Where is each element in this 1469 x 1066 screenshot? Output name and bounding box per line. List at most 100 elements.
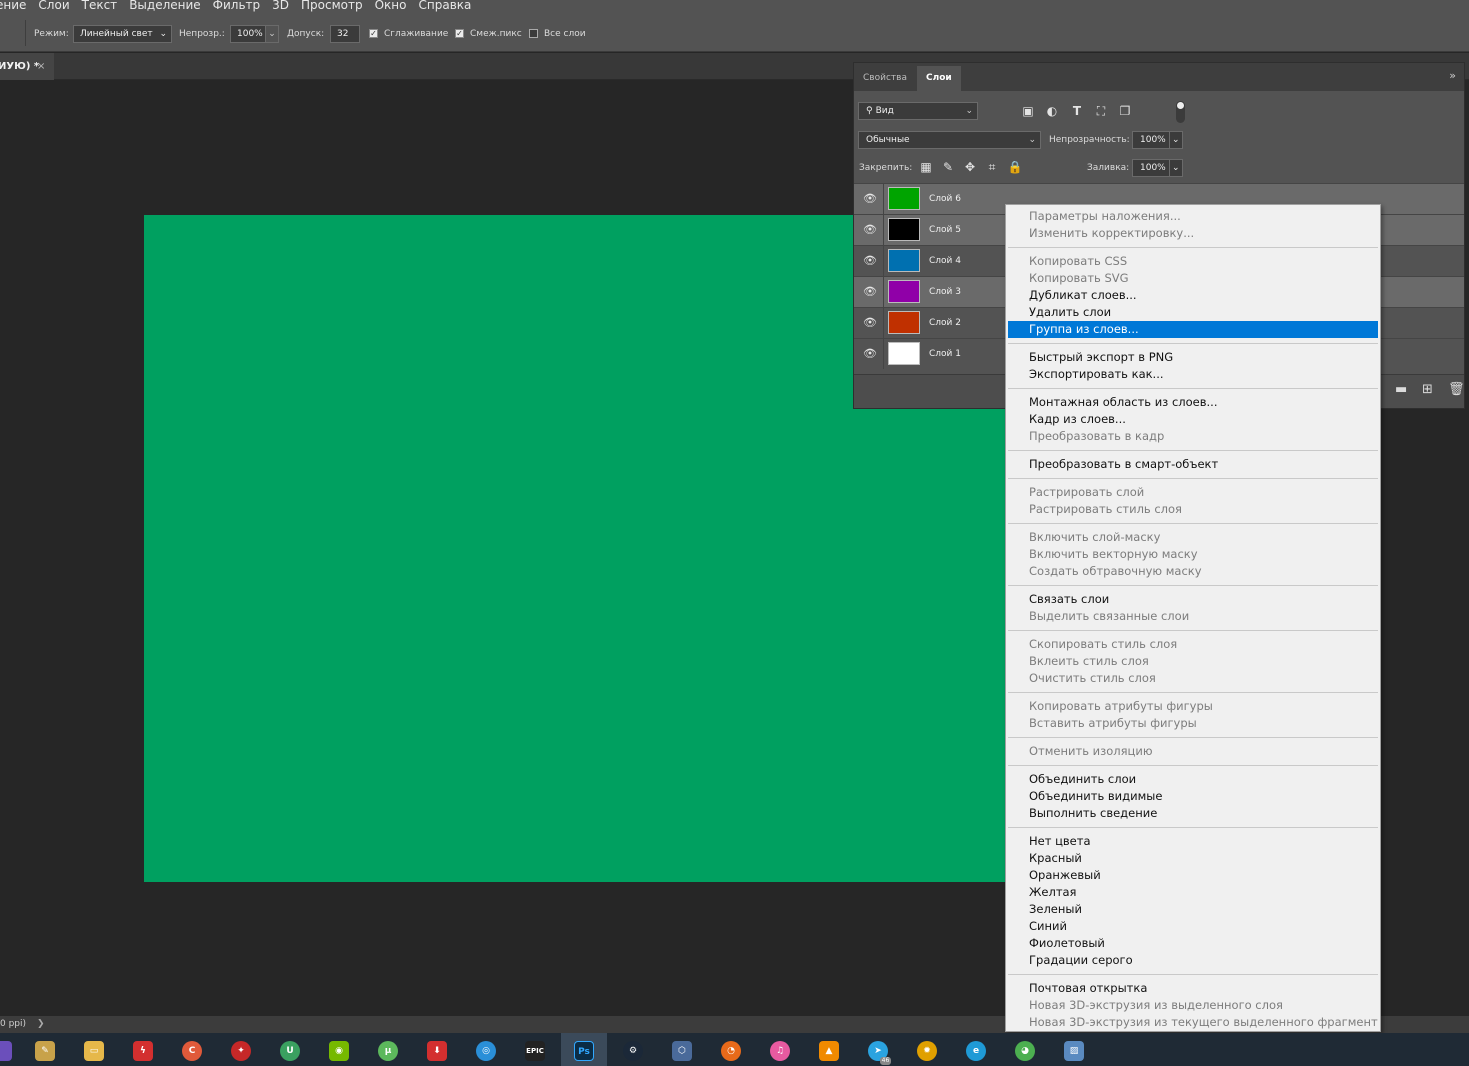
vlc-icon[interactable]: ▲	[819, 1041, 839, 1061]
menu-item-edit[interactable]: ение	[0, 0, 26, 11]
close-icon[interactable]: ×	[37, 53, 45, 80]
opacity-input[interactable]: 100%	[230, 25, 266, 43]
menu-item-artboard-from-layers[interactable]: Монтажная область из слоев...	[1008, 394, 1378, 411]
menu-item-export-as[interactable]: Экспортировать как...	[1008, 366, 1378, 383]
menu-item-convert-to-smart-object[interactable]: Преобразовать в смарт-объект	[1008, 456, 1378, 473]
trash-icon[interactable]: 🗑	[1448, 383, 1465, 397]
menu-item-color-orange[interactable]: Оранжевый	[1008, 867, 1378, 884]
menu-item-create-clipping-mask[interactable]: Создать обтравочную маску	[1008, 563, 1378, 580]
contiguous-checkbox[interactable]: ✓	[455, 29, 464, 38]
menu-item-blending-options[interactable]: Параметры наложения...	[1008, 208, 1378, 225]
menu-item-duplicate-layers[interactable]: Дубликат слоев...	[1008, 287, 1378, 304]
menu-item-enable-layer-mask[interactable]: Включить слой-маску	[1008, 529, 1378, 546]
document-tab[interactable]: ИУЮ) * ×	[0, 53, 54, 80]
antialias-checkbox[interactable]: ✓	[369, 29, 378, 38]
lock-pixels-icon[interactable]: ✎	[940, 160, 956, 174]
virtualbox-icon[interactable]: ⬡	[672, 1041, 692, 1061]
menu-item-paste-layer-style[interactable]: Вклеить стиль слоя	[1008, 653, 1378, 670]
menu-item-link-layers[interactable]: Связать слои	[1008, 591, 1378, 608]
menu-item-postcard[interactable]: Почтовая открытка	[1008, 980, 1378, 997]
nvidia-icon[interactable]: ◉	[329, 1041, 349, 1061]
status-arrow-icon[interactable]: ❯	[37, 1016, 45, 1033]
menu-item-color-gray[interactable]: Градации серого	[1008, 952, 1378, 969]
menu-item-rasterize-layer[interactable]: Растрировать слой	[1008, 484, 1378, 501]
visibility-toggle[interactable]: 👁	[854, 246, 884, 276]
edge-icon[interactable]: e	[966, 1041, 986, 1061]
notepad-icon[interactable]: ✎	[35, 1041, 55, 1061]
visibility-toggle[interactable]: 👁	[854, 215, 884, 245]
all-layers-checkbox[interactable]	[529, 29, 538, 38]
image-filter-icon[interactable]: ▣	[1020, 104, 1036, 118]
tab-properties[interactable]: Свойства	[854, 66, 916, 91]
menu-item-delete-layers[interactable]: Удалить слои	[1008, 304, 1378, 321]
lock-transparency-icon[interactable]: ▦	[918, 160, 934, 174]
menu-item-clear-layer-style[interactable]: Очистить стиль слоя	[1008, 670, 1378, 687]
opacity-dropdown[interactable]: ⌄	[265, 25, 279, 43]
visibility-toggle[interactable]: 👁	[854, 339, 884, 369]
collapse-panel-icon[interactable]: »	[1449, 69, 1456, 82]
menu-item-release-isolation[interactable]: Отменить изоляцию	[1008, 743, 1378, 760]
menu-item-select-linked-layers[interactable]: Выделить связанные слои	[1008, 608, 1378, 625]
menu-item-copy-svg[interactable]: Копировать SVG	[1008, 270, 1378, 287]
menu-item-color-yellow[interactable]: Желтая	[1008, 884, 1378, 901]
menu-item-copy-layer-style[interactable]: Скопировать стиль слоя	[1008, 636, 1378, 653]
avira-icon[interactable]: ✦	[231, 1041, 251, 1061]
menu-item-copy-shape-attributes[interactable]: Копировать атрибуты фигуры	[1008, 698, 1378, 715]
layer-opacity-dropdown[interactable]: ⌄	[1169, 131, 1183, 149]
lock-position-icon[interactable]: ✥	[962, 160, 978, 174]
menu-item-frame-from-layers[interactable]: Кадр из слоев...	[1008, 411, 1378, 428]
menu-item-edit-adjustment[interactable]: Изменить корректировку...	[1008, 225, 1378, 242]
flash-icon[interactable]: ϟ	[133, 1041, 153, 1061]
menu-item-3d[interactable]: 3D	[272, 0, 289, 11]
menu-item-copy-css[interactable]: Копировать CSS	[1008, 253, 1378, 270]
ccleaner-icon[interactable]: C	[182, 1041, 202, 1061]
tab-layers[interactable]: Слои	[917, 66, 961, 91]
smart-object-filter-icon[interactable]: ❐	[1117, 104, 1133, 118]
fill-dropdown[interactable]: ⌄	[1169, 159, 1183, 177]
menu-item-window[interactable]: Окно	[375, 0, 407, 11]
mode-select[interactable]: Линейный свет ⌄	[73, 25, 172, 43]
menu-item-flatten-image[interactable]: Выполнить сведение	[1008, 805, 1378, 822]
epic-games-icon[interactable]: EPIC	[525, 1041, 545, 1061]
menu-item-text[interactable]: Текст	[82, 0, 118, 11]
photos-icon[interactable]: ▨	[1064, 1041, 1084, 1061]
new-group-icon[interactable]: ▬	[1395, 383, 1407, 397]
menu-item-color-red[interactable]: Красный	[1008, 850, 1378, 867]
menu-item-color-blue[interactable]: Синий	[1008, 918, 1378, 935]
menu-item-help[interactable]: Справка	[419, 0, 472, 11]
fill-input[interactable]: 100%	[1132, 159, 1170, 177]
visibility-toggle[interactable]: 👁	[854, 277, 884, 307]
steam-icon[interactable]: ⚙	[623, 1041, 643, 1061]
menu-item-filter[interactable]: Фильтр	[213, 0, 260, 11]
tolerance-input[interactable]: 32	[330, 25, 360, 43]
lock-all-icon[interactable]: 🔒	[1007, 160, 1023, 174]
filter-toggle-switch[interactable]	[1176, 101, 1185, 123]
layer-opacity-input[interactable]: 100%	[1132, 131, 1170, 149]
layer-filter-select[interactable]: ⚲ Вид ⌄	[858, 102, 978, 120]
downloader-icon[interactable]: ⬇	[427, 1041, 447, 1061]
app-purple-icon[interactable]	[0, 1041, 12, 1061]
chrome-icon[interactable]: ◕	[1015, 1041, 1035, 1061]
menu-item-3d-extrusion-from-selection[interactable]: Новая 3D-экструзия из текущего выделенно…	[1008, 1014, 1378, 1031]
visibility-toggle[interactable]: 👁	[854, 184, 884, 214]
menu-item-color-none[interactable]: Нет цвета	[1008, 833, 1378, 850]
menu-item-convert-to-frame[interactable]: Преобразовать в кадр	[1008, 428, 1378, 445]
shape-filter-icon[interactable]: ⛶	[1093, 104, 1109, 118]
menu-item-merge-visible[interactable]: Объединить видимые	[1008, 788, 1378, 805]
firefox-icon[interactable]: ◔	[721, 1041, 741, 1061]
menu-item-quick-export-png[interactable]: Быстрый экспорт в PNG	[1008, 349, 1378, 366]
blend-mode-select[interactable]: Обычные ⌄	[858, 131, 1041, 149]
utorrent-icon[interactable]: µ	[378, 1041, 398, 1061]
adjustment-filter-icon[interactable]: ◐	[1044, 104, 1060, 118]
menu-item-merge-layers[interactable]: Объединить слои	[1008, 771, 1378, 788]
visibility-toggle[interactable]: 👁	[854, 308, 884, 338]
menu-item-color-green[interactable]: Зеленый	[1008, 901, 1378, 918]
menu-item-rasterize-layer-style[interactable]: Растрировать стиль слоя	[1008, 501, 1378, 518]
menu-item-paste-shape-attributes[interactable]: Вставить атрибуты фигуры	[1008, 715, 1378, 732]
menu-item-3d-extrusion-from-layer[interactable]: Новая 3D-экструзия из выделенного слоя	[1008, 997, 1378, 1014]
menu-item-select[interactable]: Выделение	[129, 0, 200, 11]
itunes-icon[interactable]: ♫	[770, 1041, 790, 1061]
new-layer-icon[interactable]: ⊞	[1422, 383, 1433, 397]
lock-artboard-icon[interactable]: ⌗	[984, 160, 1000, 174]
settings-gear-icon[interactable]: ✹	[917, 1041, 937, 1061]
